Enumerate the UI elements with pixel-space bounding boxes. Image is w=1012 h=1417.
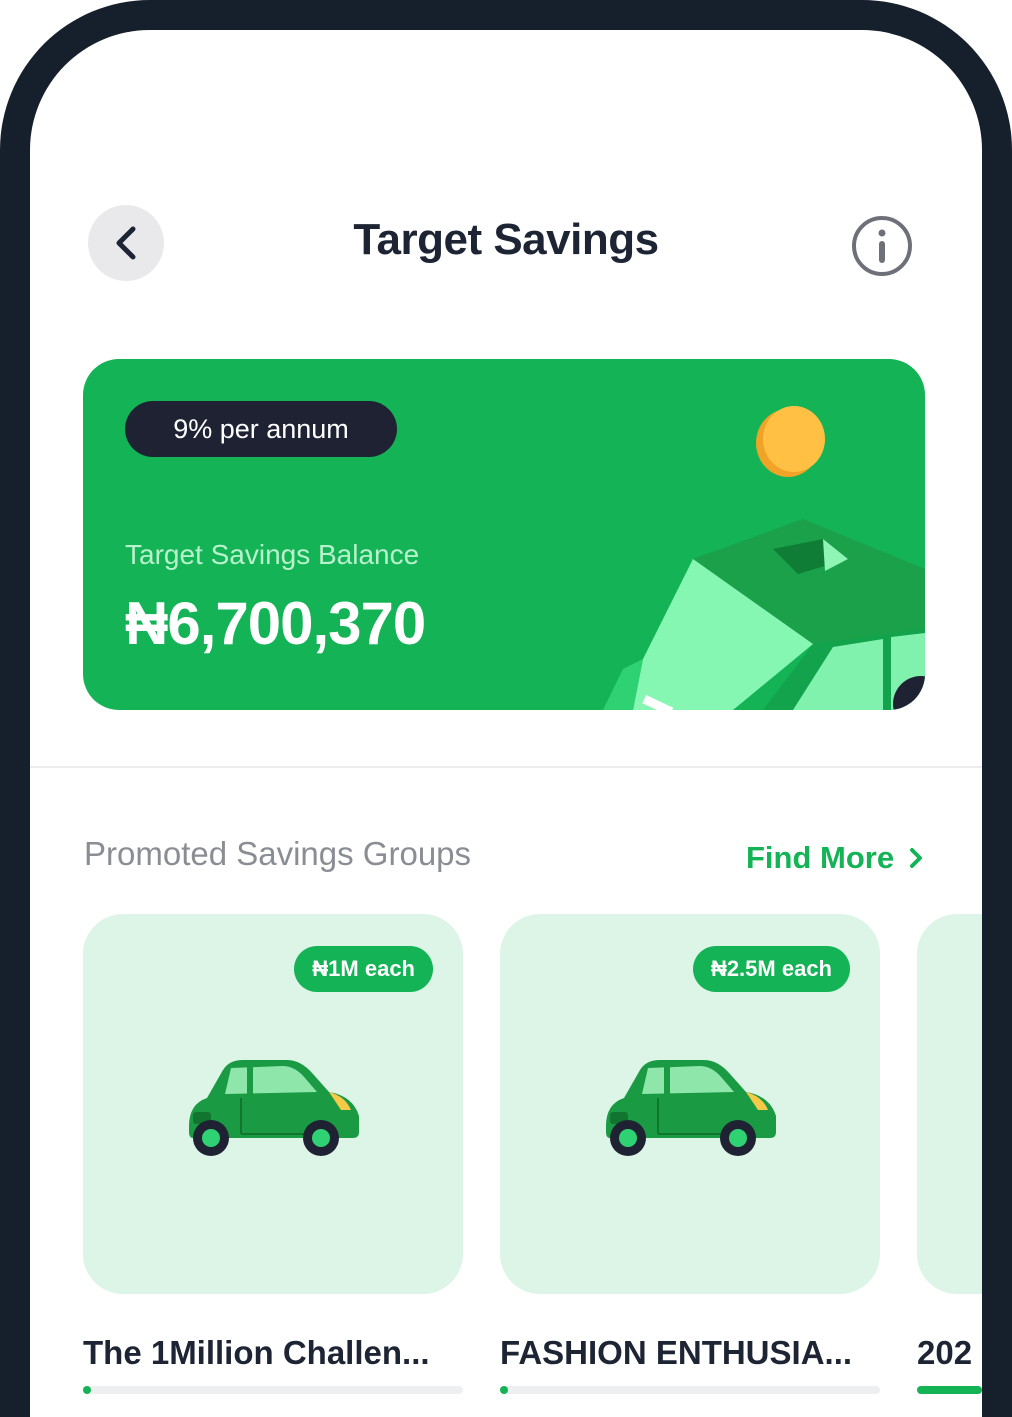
info-button[interactable] [848, 212, 916, 280]
group-progress-fill [500, 1386, 508, 1394]
interest-rate-badge: 9% per annum [125, 401, 397, 457]
app-screen: Target Savings 9% per annum Target Savin… [30, 30, 982, 1417]
group-name: FASHION ENTHUSIA... [500, 1334, 853, 1371]
find-more-link[interactable]: Find More [746, 840, 924, 876]
balance-label: Target Savings Balance [125, 539, 420, 570]
group-amount-badge: ₦1M each [294, 946, 433, 992]
find-more-label: Find More [746, 840, 895, 875]
section-divider [30, 766, 982, 768]
group-name: The 1Million Challen... [83, 1334, 430, 1371]
info-icon [852, 216, 912, 276]
car-coin-illustration [603, 406, 925, 710]
chevron-right-icon [910, 848, 923, 868]
group-amount-badge: ₦2.5M each [692, 946, 850, 992]
section-title: Promoted Savings Groups [84, 835, 472, 872]
group-progress-bar [83, 1386, 463, 1394]
phone-frame: Target Savings 9% per annum Target Savin… [0, 0, 1012, 1417]
page-title: Target Savings [353, 215, 659, 264]
group-progress-fill [83, 1386, 91, 1394]
car-icon [606, 1060, 776, 1156]
group-progress-fill [917, 1386, 982, 1394]
group-progress-bar [500, 1386, 880, 1394]
group-progress-bar [917, 1386, 982, 1394]
balance-amount: ₦6,700,370 [125, 590, 426, 657]
savings-group-card[interactable]: ₦1M each [83, 914, 463, 1294]
savings-group-card[interactable] [917, 914, 982, 1294]
target-savings-balance-card[interactable]: 9% per annum Target Savings Balance ₦6,7… [83, 359, 925, 710]
savings-group-card[interactable]: ₦2.5M each [500, 914, 880, 1294]
car-icon [189, 1060, 359, 1156]
group-name: 202 [917, 1334, 973, 1371]
